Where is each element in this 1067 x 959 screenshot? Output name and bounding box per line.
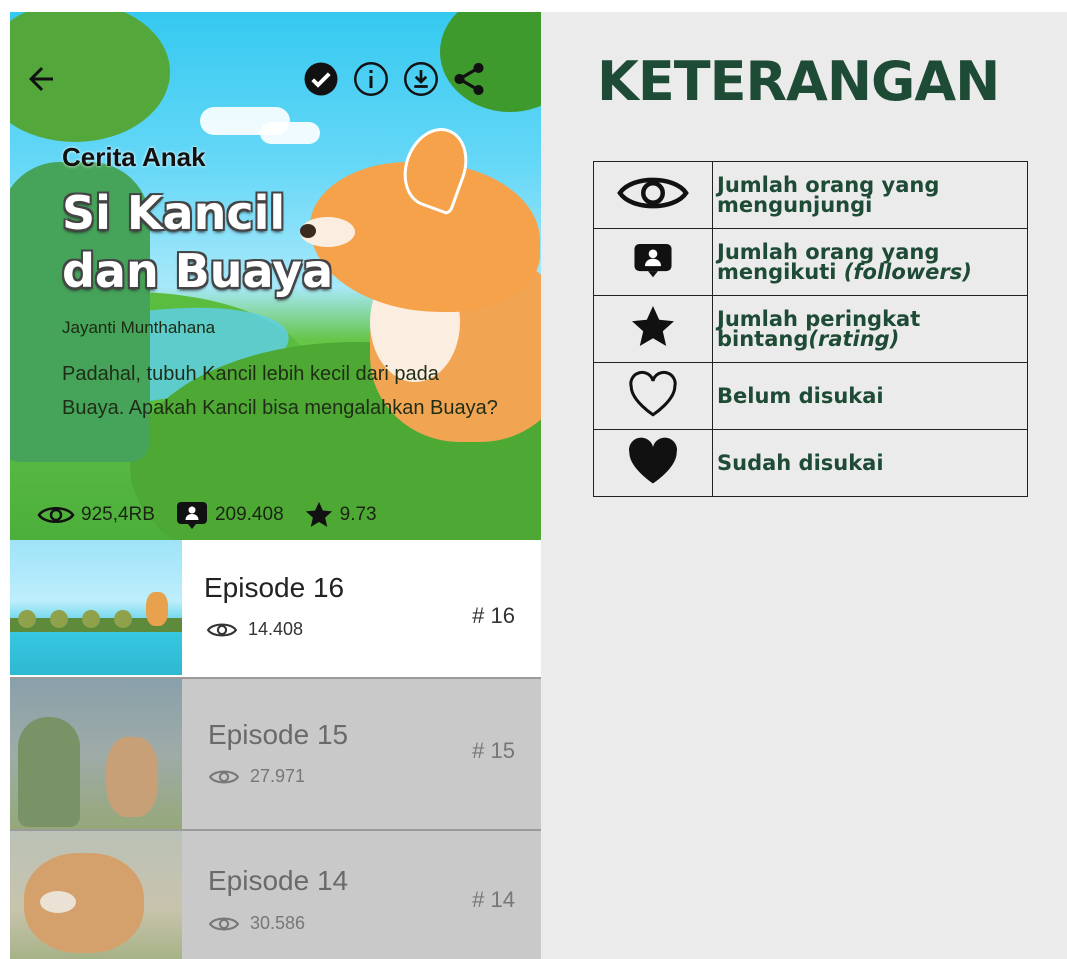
episode-number: # 14 bbox=[472, 887, 515, 912]
heart-filled-icon bbox=[629, 437, 678, 484]
star-icon bbox=[632, 306, 674, 346]
legend-icon-cell bbox=[593, 161, 713, 229]
legend-text: Belum disukai bbox=[712, 362, 1028, 430]
legend-row: Belum disukai bbox=[593, 362, 1028, 430]
download-icon[interactable] bbox=[402, 60, 440, 98]
episode-views: 30.586 bbox=[208, 913, 305, 934]
cloud-decoration bbox=[260, 122, 320, 144]
episode-title: Episode 15 bbox=[208, 719, 349, 750]
legend-text: Jumlah orang yang mengikuti (followers) bbox=[712, 228, 1028, 296]
legend-icon-cell bbox=[593, 295, 713, 363]
legend-icon-cell bbox=[593, 362, 713, 430]
turtle-illustration bbox=[82, 610, 100, 628]
legend-row: Sudah disukai bbox=[593, 429, 1028, 497]
eye-icon bbox=[208, 769, 240, 784]
episode-thumbnail bbox=[10, 831, 182, 959]
episode-thumbnail bbox=[10, 679, 182, 831]
legend-title: KETERANGAN bbox=[597, 50, 1000, 113]
legend-description: Jumlah orang yang mengunjungi bbox=[717, 173, 940, 217]
views-stat: 925,4RB bbox=[37, 504, 155, 526]
rating-value: 9.73 bbox=[339, 504, 377, 525]
legend-row: Jumlah orang yang mengikuti (followers) bbox=[593, 228, 1028, 296]
story-cover: Cerita Anak Si Kancil dan Buaya Jayanti … bbox=[10, 12, 541, 540]
back-arrow-icon[interactable] bbox=[22, 60, 60, 98]
turtle-illustration bbox=[50, 610, 68, 628]
legend-icon-cell bbox=[593, 228, 713, 296]
star-icon bbox=[305, 501, 332, 527]
deer-illustration bbox=[40, 891, 76, 913]
episode-info: Episode 14 30.586 # 14 bbox=[182, 831, 541, 959]
eye-icon bbox=[37, 507, 75, 523]
episode-info: Episode 16 14.408 # 16 bbox=[182, 540, 541, 675]
turtle-illustration bbox=[18, 610, 36, 628]
check-circle-icon[interactable] bbox=[302, 60, 340, 98]
episode-item[interactable]: Episode 14 30.586 # 14 bbox=[10, 829, 541, 959]
share-icon[interactable] bbox=[450, 60, 488, 98]
deer-illustration bbox=[146, 592, 168, 626]
episode-views-count: 14.408 bbox=[248, 619, 304, 639]
episode-item[interactable]: Episode 16 14.408 # 16 bbox=[10, 540, 541, 675]
app-screen: Cerita Anak Si Kancil dan Buaya Jayanti … bbox=[10, 12, 541, 959]
legend-description-italic: (followers) bbox=[843, 260, 972, 284]
episode-item[interactable]: Episode 15 27.971 # 15 bbox=[10, 677, 541, 831]
episode-title: Episode 16 bbox=[204, 572, 345, 603]
legend-row: Jumlah orang yang mengunjungi bbox=[593, 161, 1028, 229]
info-icon[interactable] bbox=[352, 60, 390, 98]
deer-illustration bbox=[106, 737, 158, 817]
rating-stat: 9.73 bbox=[304, 500, 377, 530]
story-stats: 925,4RB 209.408 9.73 bbox=[37, 500, 397, 530]
episode-number: # 16 bbox=[472, 603, 515, 628]
episode-thumbnail bbox=[10, 540, 182, 675]
legend-description: Belum disukai bbox=[717, 384, 884, 408]
follower-icon bbox=[634, 243, 672, 278]
episode-views-count: 30.586 bbox=[250, 913, 306, 933]
turtle-illustration bbox=[114, 610, 132, 628]
legend-panel: KETERANGAN Jumlah orang yang mengunjungi bbox=[541, 12, 1067, 959]
legend-icon-cell bbox=[593, 429, 713, 497]
eye-icon bbox=[206, 622, 238, 637]
episode-views: 27.971 bbox=[208, 766, 305, 787]
story-title: Si Kancil dan Buaya bbox=[62, 186, 334, 298]
eye-icon bbox=[208, 916, 240, 931]
followers-stat: 209.408 bbox=[175, 500, 284, 530]
legend-text: Jumlah peringkat bintang(rating) bbox=[712, 295, 1028, 363]
legend-description-italic: (rating) bbox=[808, 327, 900, 351]
follower-icon bbox=[176, 502, 207, 529]
legend-table: Jumlah orang yang mengunjungi Jumlah ora… bbox=[593, 161, 1028, 497]
episode-number: # 15 bbox=[472, 738, 515, 763]
crocodile-illustration bbox=[18, 717, 80, 827]
legend-description: Sudah disukai bbox=[717, 451, 884, 475]
followers-count: 209.408 bbox=[214, 504, 284, 525]
story-category: Cerita Anak bbox=[62, 142, 206, 172]
legend-text: Sudah disukai bbox=[712, 429, 1028, 497]
story-author[interactable]: Jayanti Munthahana bbox=[62, 318, 215, 338]
episode-views: 14.408 bbox=[206, 619, 303, 640]
views-count: 925,4RB bbox=[81, 504, 155, 525]
episode-info: Episode 15 27.971 # 15 bbox=[182, 679, 541, 831]
heart-outline-icon bbox=[629, 370, 677, 417]
episode-views-count: 27.971 bbox=[250, 766, 306, 786]
legend-row: Jumlah peringkat bintang(rating) bbox=[593, 295, 1028, 363]
story-synopsis: Padahal, tubuh Kancil lebih kecil dari p… bbox=[62, 363, 498, 419]
legend-text: Jumlah orang yang mengunjungi bbox=[712, 161, 1028, 229]
eye-icon bbox=[617, 177, 689, 209]
episode-title: Episode 14 bbox=[208, 865, 349, 896]
